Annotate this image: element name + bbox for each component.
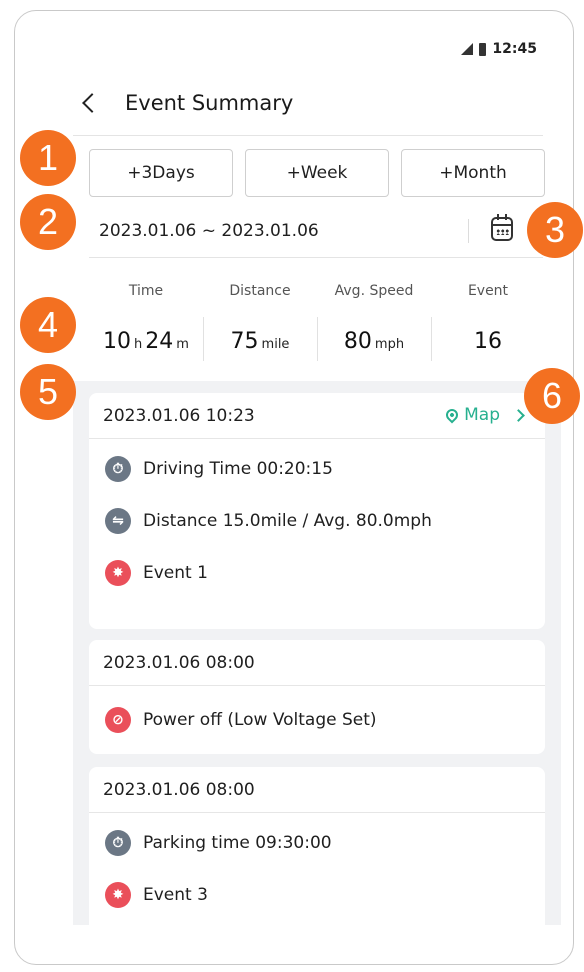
stat-event-number: 16 [474, 328, 502, 354]
date-range-text[interactable]: 2023.01.06 ~ 2023.01.06 [99, 221, 319, 241]
distance-row: ⇋ Distance 15.0mile / Avg. 80.0mph [89, 495, 545, 547]
plus-week-button[interactable]: +Week [245, 149, 389, 197]
map-link-label: Map [464, 405, 500, 425]
stat-time-minutes: 24 [145, 328, 174, 354]
route-icon: ⇋ [105, 508, 131, 534]
stat-time: Time 10 h 24 m [89, 273, 203, 373]
event-list[interactable]: 2023.01.06 10:23 Map ⏱ Driving Time 00:2… [73, 381, 561, 925]
event-card[interactable]: 2023.01.06 08:00 ⏱ Parking time 09:30:00… [89, 767, 545, 925]
stat-distance-unit: mile [261, 336, 290, 352]
callout-4: 4 [20, 297, 76, 353]
event-card-header: 2023.01.06 08:00 [89, 767, 545, 813]
back-arrow-icon[interactable] [82, 93, 102, 113]
signal-icon [461, 43, 474, 55]
stat-time-hours: 10 [103, 328, 132, 354]
stat-distance-value: 75 mile [203, 309, 317, 373]
stat-distance: Distance 75 mile [203, 273, 317, 373]
calendar-icon[interactable] [491, 214, 513, 241]
power-off-row: ⊘ Power off (Low Voltage Set) [89, 694, 545, 746]
event-count-text: Event 1 [143, 563, 208, 583]
callout-1: 1 [20, 130, 76, 186]
stat-event: Event 16 [431, 273, 545, 373]
event-count-text: Event 3 [143, 885, 208, 905]
summary-stats: Time 10 h 24 m Distance 75 mile Avg. Speed … [89, 273, 545, 373]
stat-event-value: 16 [431, 309, 545, 373]
status-bar: 12:45 [461, 41, 537, 57]
stat-time-label: Time [128, 283, 164, 299]
date-range-row: 2023.01.06 ~ 2023.01.06 [99, 211, 513, 251]
chevron-right-icon [512, 408, 525, 422]
callout-2: 2 [20, 194, 76, 250]
page-title: Event Summary [125, 91, 294, 115]
date-divider [89, 257, 543, 258]
parking-time-row: ⏱ Parking time 09:30:00 [89, 817, 545, 869]
callout-3: 3 [527, 202, 583, 258]
event-card[interactable]: 2023.01.06 10:23 Map ⏱ Driving Time 00:2… [89, 393, 545, 629]
plus-3days-button[interactable]: +3Days [89, 149, 233, 197]
stat-event-label: Event [467, 283, 509, 299]
stat-speed-number: 80 [343, 328, 372, 354]
stat-speed-unit: mph [374, 336, 405, 352]
header-divider [73, 135, 543, 136]
stat-time-m-unit: m [176, 336, 189, 352]
parking-time-text: Parking time 09:30:00 [143, 833, 332, 853]
stat-time-h-unit: h [134, 336, 143, 352]
driving-time-text: Driving Time 00:20:15 [143, 459, 333, 479]
event-count-row: ✸ Event 1 [89, 547, 545, 599]
map-link[interactable]: Map [443, 405, 525, 425]
status-time: 12:45 [492, 41, 537, 57]
event-card-header: 2023.01.06 10:23 Map [89, 393, 545, 439]
stat-speed: Avg. Speed 80 mph [317, 273, 431, 373]
stopwatch-icon: ⏱ [105, 830, 131, 856]
distance-text: Distance 15.0mile / Avg. 80.0mph [143, 511, 432, 531]
battery-icon [479, 42, 487, 56]
map-pin-icon [443, 406, 461, 424]
event-datetime: 2023.01.06 10:23 [103, 405, 255, 426]
event-card-header: 2023.01.06 08:00 [89, 640, 545, 686]
stopwatch-icon: ⏱ [105, 456, 131, 482]
phone-frame: 12:45 Event Summary +3Days +Week +Month … [14, 10, 574, 965]
car-event-icon: ✸ [105, 882, 131, 908]
stat-speed-value: 80 mph [317, 309, 431, 373]
plus-month-button[interactable]: +Month [401, 149, 545, 197]
event-count-row: ✸ Event 3 [89, 869, 545, 921]
period-buttons: +3Days +Week +Month [89, 149, 545, 197]
stat-time-value: 10 h 24 m [89, 309, 203, 373]
callout-5: 5 [20, 364, 76, 420]
stat-speed-label: Avg. Speed [334, 283, 414, 299]
event-datetime: 2023.01.06 08:00 [103, 652, 255, 673]
driving-time-row: ⏱ Driving Time 00:20:15 [89, 443, 545, 495]
stat-distance-label: Distance [229, 283, 291, 299]
event-datetime: 2023.01.06 08:00 [103, 779, 255, 800]
car-event-icon: ✸ [105, 560, 131, 586]
stat-distance-number: 75 [230, 328, 259, 354]
battery-off-icon: ⊘ [105, 707, 131, 733]
callout-6: 6 [524, 368, 580, 424]
app-header: Event Summary [82, 91, 294, 115]
power-off-text: Power off (Low Voltage Set) [143, 710, 377, 730]
date-separator [468, 219, 469, 243]
event-card[interactable]: 2023.01.06 08:00 ⊘ Power off (Low Voltag… [89, 640, 545, 754]
